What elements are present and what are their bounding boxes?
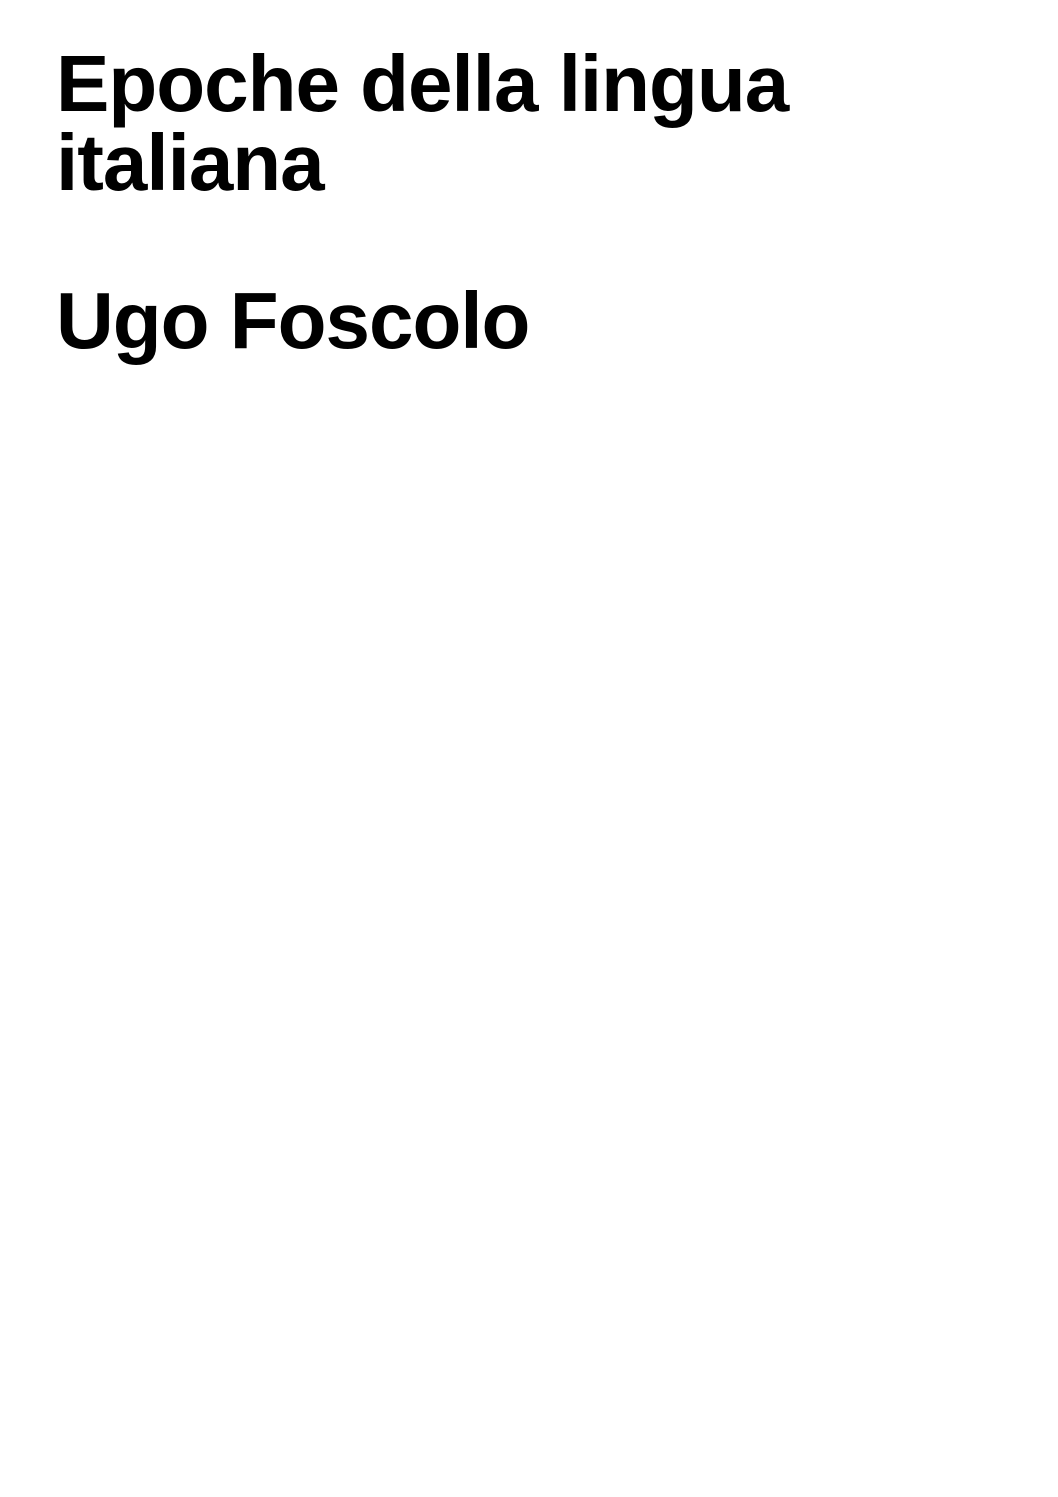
book-title: Epoche della lingua italiana bbox=[56, 39, 789, 207]
book-author: Ugo Foscolo bbox=[56, 276, 530, 365]
book-cover: Epoche della lingua italiana Ugo Foscolo bbox=[56, 39, 1016, 365]
